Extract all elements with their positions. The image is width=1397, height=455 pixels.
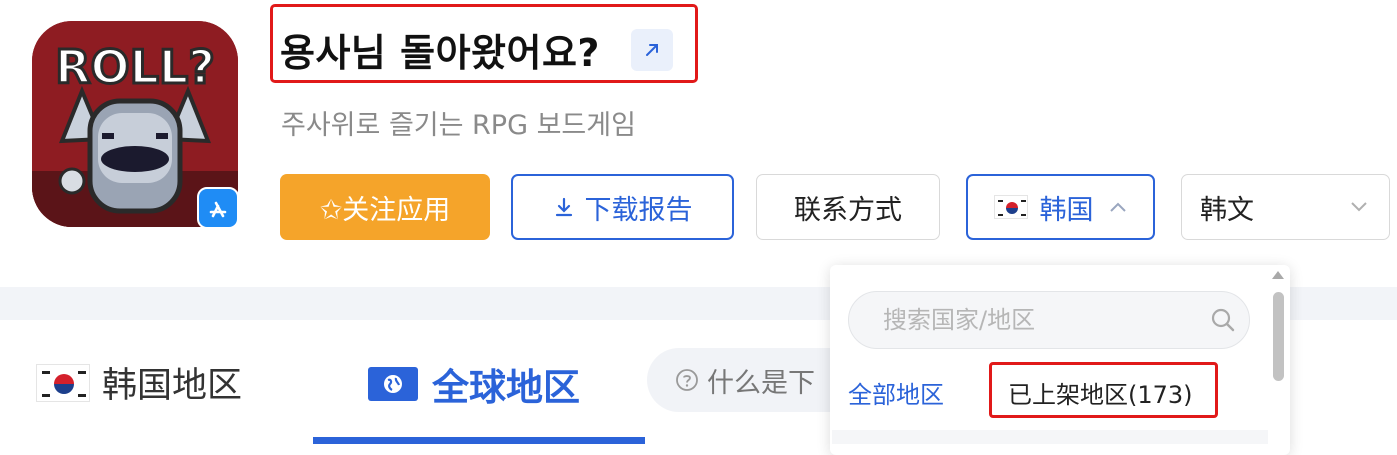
follow-app-button[interactable]: ✩关注应用 [280, 174, 490, 240]
country-select-label: 韩国 [1039, 194, 1094, 226]
tab-global-region[interactable]: 全球地区 [368, 357, 580, 411]
dropdown-list-row [832, 430, 1268, 444]
active-tab-indicator [313, 437, 645, 444]
globe-icon [368, 367, 418, 401]
download-button-label: 下载报告 [584, 194, 693, 226]
tab-korea-label: 韩国地区 [102, 366, 243, 406]
download-report-button[interactable]: 下载报告 [511, 174, 734, 240]
chevron-down-icon [1351, 202, 1367, 212]
filter-all-regions[interactable]: 全部地区 [848, 375, 944, 410]
chevron-up-icon [1109, 202, 1126, 212]
help-text: 什么是下 [707, 367, 815, 399]
country-search-field[interactable] [848, 291, 1250, 349]
follow-button-label: ✩关注应用 [319, 194, 451, 226]
scroll-up-arrow-icon[interactable] [1272, 271, 1284, 279]
app-subtitle: 주사위로 즐기는 RPG 보드게임 [281, 110, 636, 141]
korea-flag-icon [993, 195, 1028, 219]
contact-button[interactable]: 联系方式 [756, 174, 940, 240]
download-icon [555, 197, 572, 217]
search-icon[interactable] [1209, 306, 1237, 334]
language-select-label: 韩文 [1200, 194, 1254, 226]
filter-listed-regions[interactable]: 已上架地区(173) [1008, 375, 1193, 410]
country-search-input[interactable] [881, 305, 1209, 335]
app-title: 용사님 돌아왔어요? [280, 31, 600, 75]
tab-global-label: 全球地区 [432, 366, 580, 409]
tab-korea-region[interactable]: 韩国地区 [36, 357, 242, 408]
external-link-button[interactable] [631, 29, 673, 71]
korea-flag-icon [36, 363, 90, 402]
scrollbar-thumb[interactable] [1273, 292, 1284, 381]
arrow-up-right-icon [646, 44, 658, 56]
app-store-icon [197, 187, 239, 229]
icon-text: ROLL? [55, 40, 215, 94]
country-select[interactable]: 韩国 [966, 174, 1155, 240]
language-select[interactable]: 韩文 [1181, 174, 1390, 240]
question-circle-icon [676, 369, 698, 391]
contact-button-label: 联系方式 [794, 194, 902, 226]
